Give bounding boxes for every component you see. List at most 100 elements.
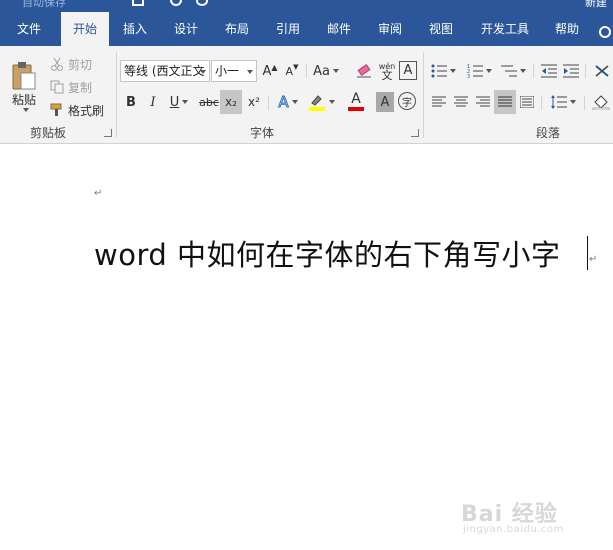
shrink-font-button[interactable]: A ▼ <box>284 60 300 82</box>
chevron-down-icon <box>200 70 206 74</box>
multilevel-list-button[interactable] <box>498 60 528 82</box>
cut-button[interactable]: 剪切 <box>50 54 110 74</box>
scissors-icon <box>51 57 63 71</box>
enclose-characters-button[interactable]: 字 <box>398 92 416 110</box>
divider <box>306 64 307 78</box>
highlight-button[interactable] <box>306 90 336 114</box>
cut-label: 剪切 <box>68 57 93 72</box>
chevron-down-icon <box>485 69 492 73</box>
distributed-button[interactable] <box>518 92 536 112</box>
tab-developer[interactable]: 开发工具 <box>472 12 538 46</box>
subscript-icon: x₂ <box>225 95 237 109</box>
tab-insert[interactable]: 插入 <box>114 12 156 46</box>
bullets-button[interactable] <box>428 60 458 82</box>
character-border-button[interactable]: A <box>399 61 417 80</box>
font-launcher-icon[interactable] <box>411 129 419 137</box>
character-shading-button[interactable]: A <box>376 92 394 112</box>
undo-icon[interactable] <box>170 0 182 6</box>
paragraph-group-label: 段落 <box>536 126 561 140</box>
distributed-icon <box>520 96 534 108</box>
justify-button[interactable] <box>494 90 516 114</box>
line-spacing-button[interactable] <box>547 92 579 112</box>
increase-indent-icon <box>563 64 579 78</box>
divider <box>584 96 585 110</box>
align-center-icon <box>454 96 468 107</box>
chevron-down-icon <box>332 69 339 73</box>
shrink-font-icon: A <box>285 64 294 78</box>
format-painter-icon <box>50 103 62 116</box>
decrease-indent-icon <box>541 64 557 78</box>
chevron-down-icon <box>569 100 576 104</box>
numbering-button[interactable]: 1 2 3 <box>464 60 494 82</box>
redo-icon[interactable] <box>196 0 208 6</box>
font-color-button[interactable]: A <box>341 90 371 114</box>
copy-button[interactable]: 复制 <box>50 77 110 97</box>
document-text[interactable]: word 中如何在字体的右下角写小字 <box>94 232 561 274</box>
ribbon: 粘贴 剪切 复制 格式刷 剪贴板 等线 (西文正文 小一 A ▲ A ▼ Aa … <box>0 46 613 144</box>
text-effects-icon: A <box>278 93 289 112</box>
text-cursor <box>587 236 588 270</box>
tab-help[interactable]: 帮助 <box>546 12 588 46</box>
align-left-icon <box>432 96 446 107</box>
italic-button[interactable]: I <box>145 92 161 112</box>
line-spacing-icon <box>550 95 567 109</box>
tab-layout[interactable]: 布局 <box>216 12 258 46</box>
font-name-value: 等线 (西文正文 <box>124 64 205 78</box>
superscript-button[interactable]: x² <box>245 92 263 112</box>
phonetic-guide-button[interactable]: wén 文 <box>378 58 396 84</box>
format-painter-button[interactable]: 格式刷 <box>50 100 112 120</box>
group-divider <box>116 52 117 138</box>
paragraph-mark: ↵ <box>94 188 103 199</box>
divider <box>585 64 586 78</box>
subscript-button[interactable]: x₂ <box>220 90 242 114</box>
autosave-label[interactable]: 自动保存 <box>22 0 66 8</box>
tab-references[interactable]: 引用 <box>267 12 309 46</box>
divider <box>541 96 542 110</box>
copy-label: 复制 <box>68 80 93 95</box>
tab-review[interactable]: 审阅 <box>369 12 411 46</box>
document-area[interactable]: ↵ word 中如何在字体的右下角写小字 ↵ Bai 经验 jingyan.ba… <box>0 144 613 550</box>
tab-view[interactable]: 视图 <box>420 12 462 46</box>
multilevel-list-icon <box>500 65 517 77</box>
text-effects-button[interactable]: A <box>274 90 302 114</box>
search-icon[interactable] <box>599 26 611 38</box>
align-center-button[interactable] <box>452 92 470 112</box>
strikethrough-button[interactable]: abc <box>199 92 219 112</box>
align-left-button[interactable] <box>430 92 448 112</box>
paragraph-mark: ↵ <box>589 254 598 265</box>
grow-font-button[interactable]: A ▲ <box>262 60 278 82</box>
svg-text:3: 3 <box>467 74 470 78</box>
superscript-icon: x² <box>248 95 260 109</box>
font-size-combo[interactable]: 小一 <box>211 60 257 82</box>
tab-mailings[interactable]: 邮件 <box>318 12 360 46</box>
tab-home[interactable]: 开始 <box>61 12 109 46</box>
underline-button[interactable]: U <box>167 92 191 112</box>
eraser-icon <box>357 64 371 78</box>
increase-indent-button[interactable] <box>561 60 581 82</box>
divider <box>533 64 534 78</box>
clear-formatting-button[interactable] <box>354 60 374 82</box>
copy-icon <box>50 80 64 94</box>
clipboard-launcher-icon[interactable] <box>104 129 112 137</box>
tab-design[interactable]: 设计 <box>165 12 207 46</box>
chevron-down-icon <box>22 107 29 112</box>
clipboard-group-label: 剪贴板 <box>30 126 67 140</box>
shading-button[interactable] <box>590 92 612 112</box>
group-divider <box>423 52 424 138</box>
change-case-icon: Aa <box>313 63 330 79</box>
bold-button[interactable]: B <box>123 92 139 112</box>
chevron-down-icon <box>519 69 526 73</box>
text-direction-button[interactable] <box>592 60 612 82</box>
paste-button[interactable]: 粘贴 <box>6 54 42 118</box>
change-case-button[interactable]: Aa <box>312 60 340 82</box>
tab-file[interactable]: 文件 <box>8 12 50 46</box>
align-right-icon <box>476 96 490 107</box>
save-icon[interactable] <box>132 0 144 6</box>
chevron-down-icon <box>291 100 298 104</box>
chevron-down-icon <box>328 100 335 104</box>
font-color-icon: A <box>351 91 361 107</box>
align-right-button[interactable] <box>474 92 492 112</box>
grow-font-icon: A <box>262 63 272 79</box>
decrease-indent-button[interactable] <box>539 60 559 82</box>
font-name-combo[interactable]: 等线 (西文正文 <box>120 60 210 82</box>
